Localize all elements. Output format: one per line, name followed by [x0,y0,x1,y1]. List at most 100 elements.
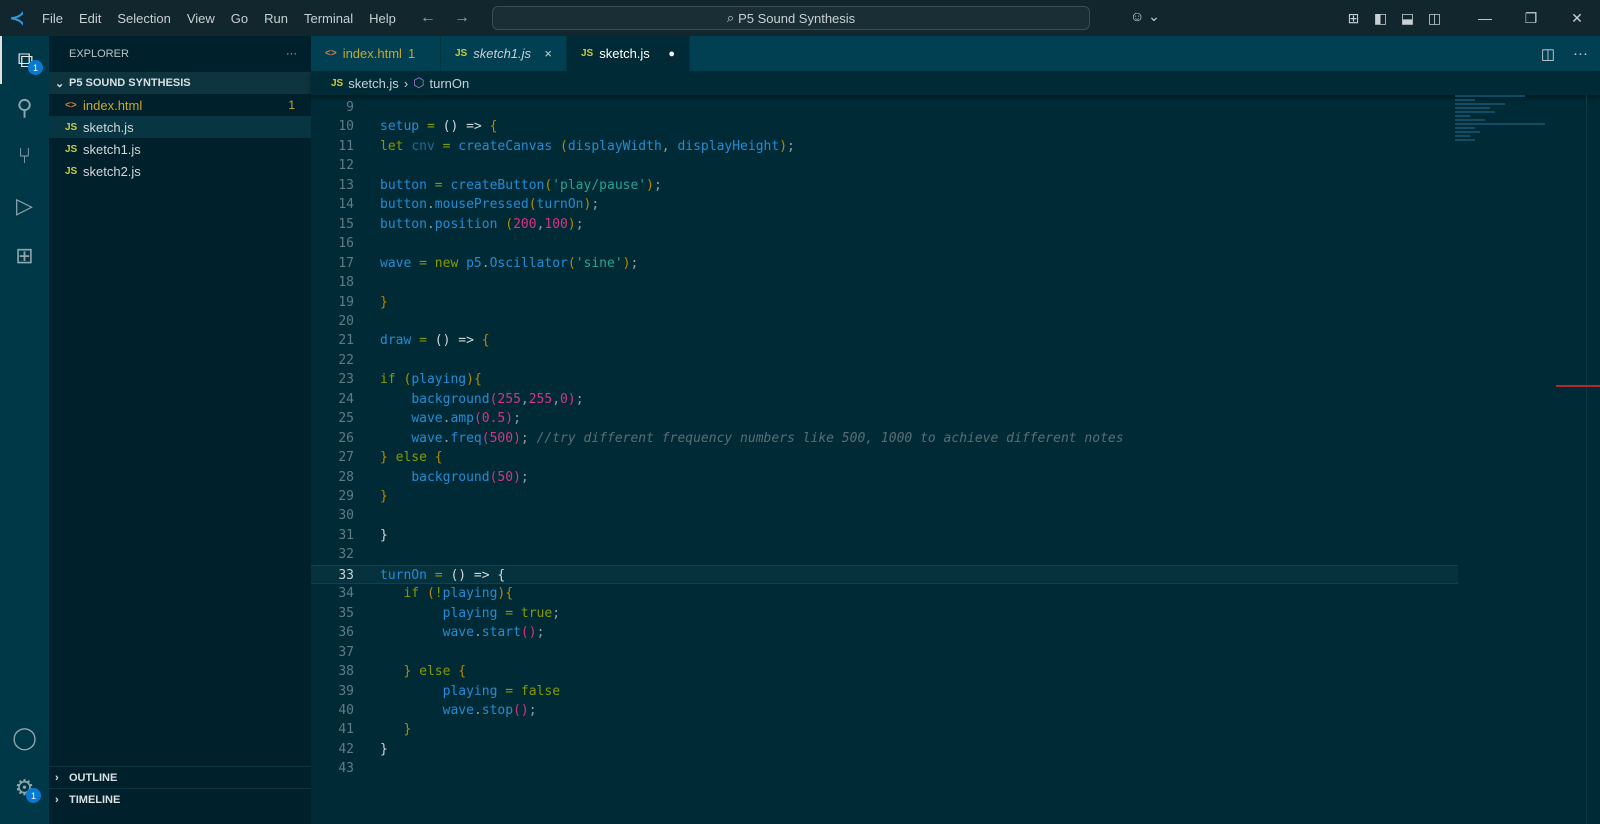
code-line[interactable]: 25 wave.amp(0.5); [311,409,1458,428]
code-token: Oscillator [489,255,568,271]
code-line[interactable]: 12 [311,156,1458,175]
code-line[interactable]: 32 [311,545,1458,564]
more-actions-icon[interactable]: ··· [1573,45,1588,62]
code-line[interactable]: 39 playing = false [311,682,1458,701]
code-line[interactable]: 31} [311,526,1458,545]
tab-sketch-js[interactable]: JS sketch.js ● [567,36,690,71]
breadcrumb-symbol[interactable]: turnOn [430,76,470,91]
code-line[interactable]: 16 [311,234,1458,253]
close-window-icon[interactable]: ✕ [1554,10,1600,27]
code-line[interactable]: 35 playing = true; [311,604,1458,623]
unsaved-dot-icon[interactable]: ● [668,48,675,60]
code-line[interactable]: 29} [311,487,1458,506]
split-editor-icon[interactable]: ◫ [1541,45,1555,63]
customize-layout-icon[interactable]: ⊞ [1340,10,1367,27]
code-line[interactable]: 10 setup = () => { [311,117,1458,136]
toggle-secondary-sidebar-icon[interactable]: ◫ [1421,10,1448,27]
code-line[interactable]: 11 let cnv = createCanvas (displayWidth, … [311,137,1458,156]
source-control-icon[interactable]: ⑂ [0,132,49,180]
folder-header[interactable]: ⌄ P5 SOUND SYNTHESIS [49,72,311,94]
line-number: 14 [338,197,354,213]
code-token: button [380,197,427,213]
close-tab-icon[interactable]: × [544,46,552,61]
toggle-primary-sidebar-icon[interactable]: ◧ [1367,10,1394,27]
menu-edit[interactable]: Edit [71,11,109,26]
file-sketch1-js[interactable]: JS sketch1.js [49,138,311,160]
code-token: else [419,664,459,680]
minimize-icon[interactable]: — [1462,10,1508,27]
code-line[interactable]: 34 if (!playing){ [311,584,1458,603]
code-line[interactable]: 24 background(255,255,0); [311,390,1458,409]
code-line[interactable]: 37 [311,643,1458,662]
line-number: 10 [338,119,354,135]
code-editor[interactable]: 9 10 setup = () => {11 let cnv = createCanv… [311,95,1600,824]
code-token: displayWidth [567,138,662,154]
tab-sketch1-js[interactable]: JS sketch1.js × [441,36,567,71]
restore-icon[interactable]: ❐ [1508,10,1554,27]
toggle-panel-icon[interactable]: ⬓ [1394,10,1421,27]
code-token: wave [411,411,443,427]
file-name: index.html [83,97,143,113]
line-number: 35 [338,605,354,621]
code-line[interactable]: 30 [311,506,1458,525]
menu-selection[interactable]: Selection [109,11,178,26]
explorer-icon[interactable]: ⧉ 1 [0,36,49,84]
command-center-search[interactable]: ⌕ P5 Sound Synthesis [492,6,1090,30]
line-number: 16 [338,236,354,252]
minimap[interactable] [1455,95,1555,175]
code-line[interactable]: 26 wave.freq(500); //try different frequ… [311,429,1458,448]
forward-arrow-icon[interactable]: → [454,9,470,27]
code-line[interactable]: 36 wave.start(); [311,623,1458,642]
file-sketch2-js[interactable]: JS sketch2.js [49,160,311,182]
code-line[interactable]: 15 button.position (200,100); [311,215,1458,234]
code-line[interactable]: 38 } else { [311,662,1458,681]
code-line[interactable]: 13 button = createButton('play/pause'); [311,176,1458,195]
code-line[interactable]: 21 draw = () => { [311,331,1458,350]
code-token: new [434,255,467,271]
code-line[interactable]: 23 if (playing){ [311,370,1458,389]
code-token: { [458,664,467,680]
menu-terminal[interactable]: Terminal [296,11,361,26]
tab-index-html[interactable]: <> index.html 1 [311,36,441,71]
run-debug-icon[interactable]: ▷ [0,182,49,230]
code-token: wave [442,702,474,718]
code-line[interactable]: 33 turnOn = () => { [311,564,1458,585]
account-icon[interactable]: ◯ [0,714,49,762]
code-line[interactable]: 9 [311,98,1458,117]
menu-view[interactable]: View [179,11,223,26]
code-token: playing [411,372,467,388]
menu-run[interactable]: Run [256,11,296,26]
settings-gear-icon[interactable]: ⚙ 1 [0,764,49,812]
extensions-icon[interactable]: ⊞ [0,232,49,280]
vertical-scrollbar[interactable] [1586,95,1600,824]
code-line[interactable]: 40 wave.stop(); [311,701,1458,720]
line-number: 34 [338,586,354,602]
code-line[interactable]: 43 [311,759,1458,778]
code-line[interactable]: 19} [311,293,1458,312]
code-line[interactable]: 14 button.mousePressed(turnOn); [311,195,1458,214]
code-line[interactable]: 20 [311,312,1458,331]
more-actions-icon[interactable]: ··· [286,48,297,60]
outline-section[interactable]: › OUTLINE [49,766,311,788]
code-line[interactable]: 18 [311,273,1458,292]
file-index-html[interactable]: <> index.html 1 [49,94,311,116]
back-arrow-icon[interactable]: ← [420,9,436,27]
code-line[interactable]: 28 background(50); [311,468,1458,487]
chevron-down-icon: ⌄ [55,77,65,90]
menu-help[interactable]: Help [361,11,404,26]
code-line[interactable]: 22 [311,351,1458,370]
menu-file[interactable]: File [34,11,71,26]
line-number: 15 [338,216,354,232]
code-line[interactable]: 17 wave = new p5.Oscillator('sine'); [311,254,1458,273]
code-text: if (!playing){ [380,584,513,603]
copilot-icon[interactable]: ☺ ⌄ [1130,8,1160,25]
breadcrumb-file[interactable]: sketch.js [348,76,399,91]
file-sketch-js[interactable]: JS sketch.js [49,116,311,138]
code-line[interactable]: 41 } [311,720,1458,739]
menu-go[interactable]: Go [223,11,256,26]
code-line[interactable]: 27} else { [311,448,1458,467]
code-line[interactable]: 42} [311,740,1458,759]
timeline-section[interactable]: › TIMELINE [49,788,311,810]
code-token: ! [434,586,443,602]
search-view-icon[interactable]: ⚲ [0,84,49,132]
